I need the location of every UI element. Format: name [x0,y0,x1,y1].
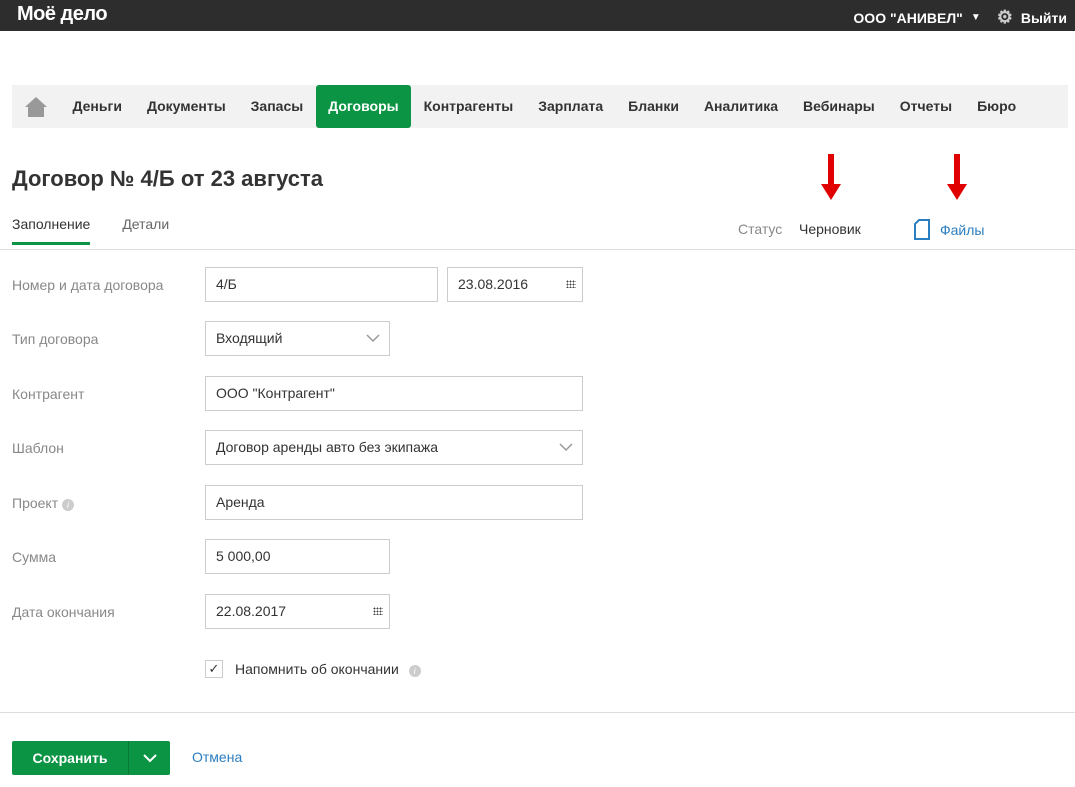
home-icon[interactable] [12,96,60,117]
sum-input[interactable]: 5 000,00 [205,539,390,574]
end-date-label: Дата окончания [12,604,115,620]
end-date-value: 22.08.2017 [216,603,287,619]
annotation-arrow-icon [821,154,841,200]
divider [0,712,1075,713]
number-input[interactable]: 4/Б [205,267,438,302]
type-label: Тип договора [12,331,99,347]
divider [0,249,1075,250]
project-input[interactable]: Аренда [205,485,583,520]
nav-item-salary[interactable]: Зарплата [526,85,616,128]
tab-filling[interactable]: Заполнение [12,216,91,245]
remind-checkbox[interactable]: ✓ [205,660,223,678]
remind-row: Напомнить об окончании i [235,661,421,677]
nav-item-stock[interactable]: Запасы [238,85,316,128]
chevron-down-icon [142,754,157,763]
company-selector[interactable]: ООО "АНИВЕЛ" [853,10,962,26]
files-link[interactable]: Файлы [913,219,984,240]
main-nav: Деньги Документы Запасы Договоры Контраг… [12,85,1068,128]
calendar-icon[interactable] [373,607,383,615]
nav-item-documents[interactable]: Документы [134,85,238,128]
logo[interactable]: Моё дело [17,3,108,26]
end-date-input[interactable]: 22.08.2017 [205,594,390,629]
type-value: Входящий [216,330,283,346]
files-label: Файлы [940,221,985,238]
nav-item-analytics[interactable]: Аналитика [691,85,790,128]
info-icon[interactable]: i [408,665,421,677]
chevron-down-icon [366,334,380,343]
status-value: Черновик [799,221,861,237]
template-label: Шаблон [12,440,64,456]
info-icon[interactable]: i [62,499,75,511]
file-icon [914,219,930,240]
remind-label[interactable]: Напомнить об окончании [235,661,399,677]
top-bar: Моё дело ООО "АНИВЕЛ" ▼ ⚙ Выйти [0,0,1075,31]
status-label: Статус [738,221,783,237]
counterparty-label: Контрагент [12,386,85,402]
annotation-arrow-icon [947,154,967,200]
project-label: Проект [12,495,59,511]
nav-item-bureau[interactable]: Бюро [965,85,1029,128]
gear-icon[interactable]: ⚙ [997,7,1013,28]
project-label-row: Проект i [12,495,75,511]
counterparty-input[interactable]: ООО "Контрагент" [205,376,583,411]
cancel-link[interactable]: Отмена [192,749,242,765]
page-title: Договор № 4/Б от 23 августа [12,166,324,191]
nav-item-contracts[interactable]: Договоры [315,85,412,128]
caret-down-icon[interactable]: ▼ [971,12,981,23]
nav-item-money[interactable]: Деньги [60,85,134,128]
nav-item-reports[interactable]: Отчеты [887,85,964,128]
nav-item-forms[interactable]: Бланки [616,85,692,128]
tab-details[interactable]: Детали [122,216,169,245]
chevron-down-icon [559,443,573,452]
nav-item-counterparties[interactable]: Контрагенты [411,85,526,128]
date-input[interactable]: 23.08.2016 [447,267,583,302]
number-label: Номер и дата договора [12,277,164,293]
template-select[interactable]: Договор аренды авто без экипажа [205,430,583,465]
logout-link[interactable]: Выйти [1021,10,1067,26]
nav-item-webinars[interactable]: Вебинары [791,85,888,128]
type-select[interactable]: Входящий [205,321,390,356]
save-options-button[interactable] [128,741,170,775]
template-value: Договор аренды авто без экипажа [216,439,439,455]
sum-label: Сумма [12,549,56,565]
date-value: 23.08.2016 [458,276,529,292]
save-button[interactable]: Сохранить [12,741,128,775]
calendar-icon[interactable] [566,280,576,288]
save-button-group: Сохранить [12,741,170,775]
